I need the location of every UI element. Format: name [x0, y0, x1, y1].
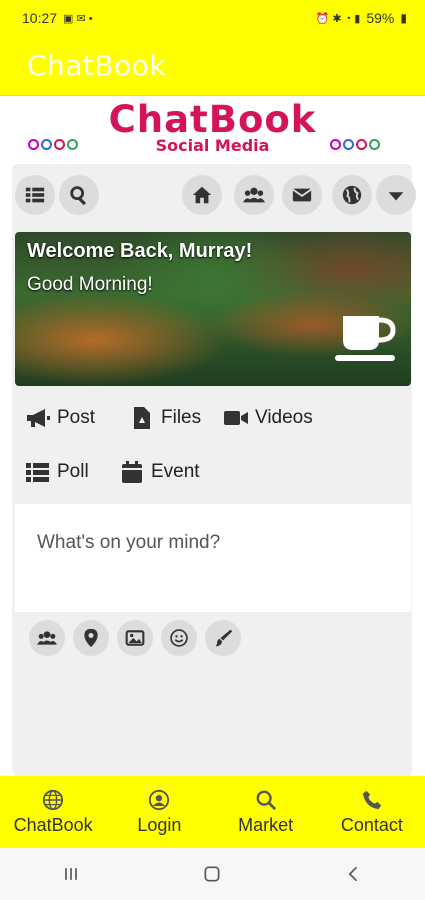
globe-icon: [342, 185, 362, 205]
list-icon: [25, 187, 45, 203]
nav-chatbook-label: ChatBook: [13, 814, 93, 835]
background-button[interactable]: [205, 620, 241, 656]
logo-dots-right: [330, 139, 380, 150]
poll-option-label: Poll: [57, 461, 89, 482]
video-camera-icon: [224, 411, 248, 425]
brush-icon: [215, 629, 233, 647]
search-icon: [70, 186, 87, 206]
poll-option[interactable]: Poll: [25, 460, 89, 484]
greeting-text: Good Morning!: [27, 274, 153, 295]
top-toolbar: [12, 164, 416, 224]
post-placeholder: What's on your mind?: [37, 532, 221, 553]
friends-button[interactable]: [234, 175, 274, 215]
battery-level: 59%: [366, 10, 395, 26]
more-dropdown-button[interactable]: [376, 175, 416, 215]
logo-main-text: ChatBook: [108, 98, 317, 141]
smile-icon: [170, 629, 188, 647]
envelope-icon: [292, 188, 312, 202]
post-composer: Post Files Videos Poll Event What's on y…: [15, 392, 411, 776]
post-text-input[interactable]: What's on your mind?: [15, 504, 411, 612]
home-square-icon: [204, 866, 220, 882]
users-icon: [243, 187, 265, 203]
signal-icons: ⏰ ✱ ◔ ▮: [315, 12, 361, 25]
event-option[interactable]: Event: [119, 460, 200, 484]
nav-login[interactable]: Login: [106, 776, 212, 848]
home-icon: [192, 186, 212, 204]
post-option[interactable]: Post: [25, 406, 95, 430]
attachment-toolbar: [15, 618, 411, 662]
feeling-button[interactable]: [161, 620, 197, 656]
photo-button[interactable]: [117, 620, 153, 656]
globe-icon: [43, 789, 64, 810]
file-icon: [134, 407, 150, 429]
main-content[interactable]: ChatBook Social Media Welcome Back, Murr…: [0, 96, 425, 776]
back-chevron-icon: [348, 866, 358, 882]
calendar-icon: [122, 461, 142, 483]
nav-chatbook[interactable]: ChatBook: [0, 776, 106, 848]
nav-contact[interactable]: Contact: [319, 776, 425, 848]
user-icon: [149, 789, 170, 810]
search-icon: [256, 790, 276, 810]
messages-button[interactable]: [282, 175, 322, 215]
image-icon: [125, 630, 145, 646]
home-button[interactable]: [182, 175, 222, 215]
post-option-label: Post: [57, 407, 96, 428]
bottom-navigation: ChatBook Login Market Contact: [0, 776, 425, 848]
status-right: ⏰ ✱ ◔ ▮ 59% ▮: [316, 10, 407, 26]
caret-down-icon: [388, 192, 404, 201]
menu-button[interactable]: [15, 175, 55, 215]
notification-icons: ▣ ✉ •: [63, 12, 93, 25]
files-option-label: Files: [161, 407, 202, 428]
search-button[interactable]: [59, 175, 99, 215]
status-time: 10:27: [22, 10, 58, 26]
status-left: 10:27 ▣ ✉ •: [22, 10, 93, 26]
nav-contact-label: Contact: [340, 814, 403, 835]
system-navigation-bar: [0, 848, 425, 900]
nav-market[interactable]: Market: [213, 776, 319, 848]
location-button[interactable]: [73, 620, 109, 656]
users-icon: [37, 631, 57, 645]
poll-list-icon: [26, 463, 49, 482]
status-bar: 10:27 ▣ ✉ • ⏰ ✱ ◔ ▮ 59% ▮: [0, 0, 425, 36]
globe-button[interactable]: [332, 175, 372, 215]
recent-apps-icon: [64, 868, 77, 880]
map-marker-icon: [84, 628, 98, 648]
feed-panel: Welcome Back, Murray! Good Morning! Post…: [12, 164, 416, 776]
back-button[interactable]: [334, 859, 374, 889]
event-option-label: Event: [151, 461, 200, 482]
welcome-banner: Welcome Back, Murray! Good Morning!: [15, 232, 411, 386]
files-option[interactable]: Files: [129, 406, 201, 430]
recent-apps-button[interactable]: [51, 859, 91, 889]
welcome-title: Welcome Back, Murray!: [27, 240, 253, 262]
battery-icon: ▮: [400, 11, 407, 25]
videos-option[interactable]: Videos: [223, 406, 313, 430]
coffee-cup-icon: [335, 316, 396, 361]
videos-option-label: Videos: [255, 407, 313, 428]
phone-icon: [362, 790, 382, 809]
nav-login-label: Login: [137, 814, 182, 835]
home-system-button[interactable]: [192, 859, 232, 889]
nav-market-label: Market: [238, 814, 294, 835]
tag-friends-button[interactable]: [29, 620, 65, 656]
bullhorn-icon: [27, 409, 50, 427]
app-title: ChatBook: [27, 49, 167, 82]
app-bar: ChatBook: [0, 36, 425, 96]
chatbook-logo: ChatBook Social Media: [0, 96, 425, 162]
